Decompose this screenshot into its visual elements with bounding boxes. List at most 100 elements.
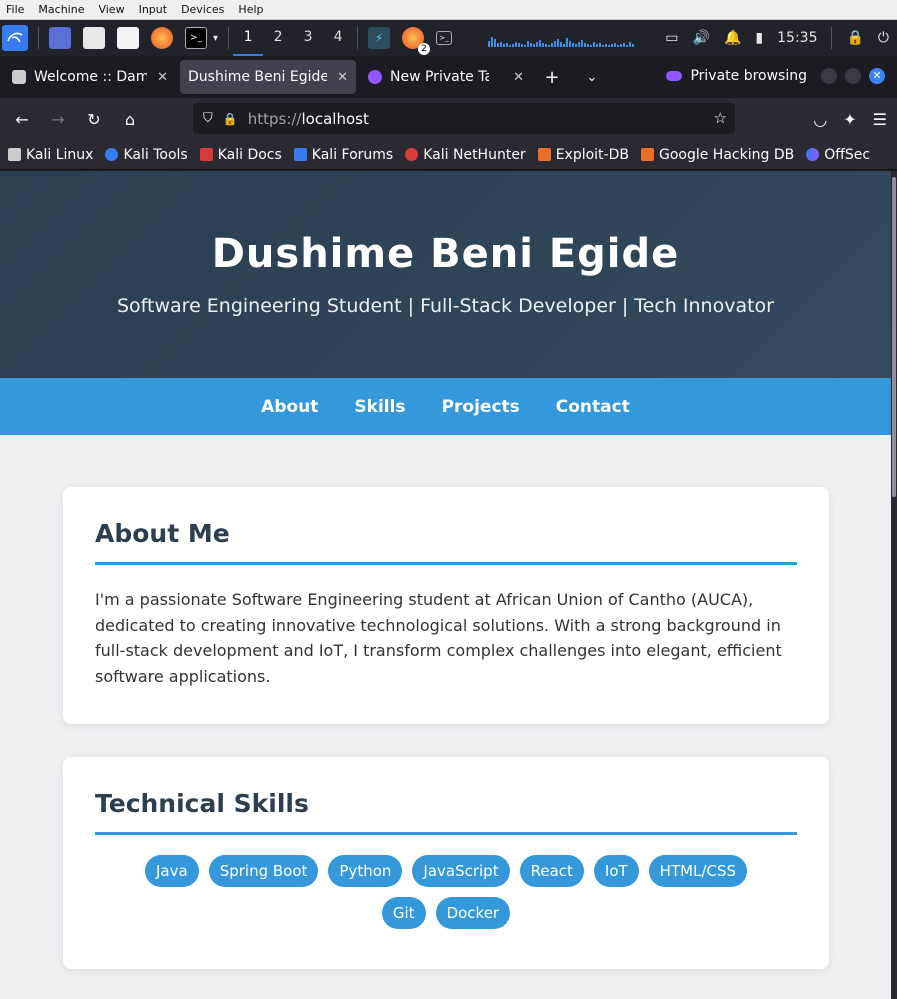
close-icon[interactable]: ✕ <box>337 70 348 85</box>
minimize-button[interactable] <box>821 68 837 84</box>
skills-heading: Technical Skills <box>95 789 797 835</box>
navigation-toolbar: ← → ↻ ⌂ ⛉ 🔒 https:// localhost ☆ ◡ ✦ ☰ <box>0 98 897 140</box>
screen-icon[interactable]: ▭ <box>665 30 678 46</box>
panel-separator <box>831 27 833 49</box>
lock-icon[interactable]: 🔒 <box>846 30 863 46</box>
bookmark-exploit-db[interactable]: Exploit-DB <box>537 146 629 163</box>
cpu-bar <box>539 40 542 47</box>
cpu-bar <box>530 43 533 47</box>
system-tray: ▭ 🔊 🔔 ▮ 15:35 🔒 ⏻ <box>665 20 897 56</box>
vm-menu-file[interactable]: File <box>6 3 24 16</box>
cpu-bar <box>560 42 563 47</box>
vm-menu-help[interactable]: Help <box>238 3 263 16</box>
back-icon[interactable]: ← <box>4 110 40 129</box>
hamburger-menu-icon[interactable]: ☰ <box>873 110 887 129</box>
battery-icon[interactable]: ▮ <box>755 30 763 46</box>
firefox-window-icon[interactable]: 2 <box>402 27 431 55</box>
site-title: Dushime Beni Egide <box>211 231 680 277</box>
workspace-1[interactable]: 1 <box>233 20 264 56</box>
site-tagline: Software Engineering Student | Full-Stac… <box>117 295 774 317</box>
nav-link-skills[interactable]: Skills <box>354 397 405 417</box>
bookmark-kali-linux[interactable]: Kali Linux <box>8 147 93 163</box>
cpu-bar <box>506 43 509 47</box>
vm-menu-machine[interactable]: Machine <box>38 3 84 16</box>
pocket-icon[interactable]: ◡ <box>813 110 827 129</box>
file-manager-icon[interactable] <box>83 27 105 49</box>
vm-menu-view[interactable]: View <box>98 3 124 16</box>
bookmark-kali-tools[interactable]: Kali Tools <box>105 147 188 163</box>
terminal-icon[interactable]: >_ <box>185 27 207 49</box>
page-scrollbar[interactable] <box>891 171 897 999</box>
nav-link-about[interactable]: About <box>261 397 318 417</box>
bookmark-google-hacking-db[interactable]: Google Hacking DB <box>640 147 794 163</box>
reload-icon[interactable]: ↻ <box>76 110 112 129</box>
text-editor-icon[interactable] <box>117 27 139 49</box>
vm-menu-bar: File Machine View Input Devices Help <box>0 0 897 20</box>
tab-portfolio[interactable]: Dushime Beni Egide - ✕ <box>180 60 356 94</box>
close-window-button[interactable]: ✕ <box>869 68 885 84</box>
list-tabs-button[interactable]: ⌄ <box>572 70 612 85</box>
new-tab-button[interactable]: + <box>532 67 572 88</box>
bookmark-label: Exploit-DB <box>555 146 629 163</box>
kali-dragon-icon <box>8 148 21 161</box>
bookmark-offsec[interactable]: OffSec <box>806 147 870 163</box>
window-count-badge: 2 <box>418 43 431 55</box>
bell-icon[interactable]: 🔔 <box>724 30 741 46</box>
close-icon[interactable]: ✕ <box>513 70 524 85</box>
terminal-window-icon[interactable]: >_ <box>436 31 453 45</box>
url-bar[interactable]: ⛉ 🔒 https:// localhost ☆ <box>193 103 735 134</box>
workspace-3[interactable]: 3 <box>293 20 323 56</box>
cpu-bar <box>620 44 623 47</box>
tab-private[interactable]: New Private Tab ✕ <box>360 60 532 94</box>
cpu-bar <box>608 45 611 47</box>
cpu-bar <box>632 44 635 47</box>
scrollbar-thumb[interactable] <box>892 177 896 497</box>
nav-link-contact[interactable]: Contact <box>556 397 630 417</box>
bookmark-kali-nethunter[interactable]: Kali NetHunter <box>405 147 526 163</box>
workspace-4[interactable]: 4 <box>323 20 353 56</box>
chevron-down-icon[interactable]: ▾ <box>213 33 218 44</box>
tab-dvwa[interactable]: Welcome :: Damn V ✕ <box>4 60 176 94</box>
cpu-bar <box>590 45 593 47</box>
shield-icon[interactable]: ⛉ <box>203 111 213 126</box>
workspace-switcher-icon[interactable] <box>49 27 71 49</box>
skill-tag: Python <box>328 855 403 887</box>
cpu-bar <box>554 41 557 47</box>
about-text: I'm a passionate Software Engineering st… <box>95 590 782 686</box>
home-icon[interactable]: ⌂ <box>112 110 148 129</box>
lock-icon[interactable]: 🔒 <box>223 112 238 126</box>
dvwa-favicon-icon <box>12 70 26 84</box>
cpu-bar <box>623 43 626 47</box>
clock[interactable]: 15:35 <box>777 30 817 46</box>
cpu-bar <box>602 45 605 47</box>
private-mask-icon <box>666 71 683 81</box>
cpu-bar <box>575 44 578 47</box>
private-mask-icon <box>368 70 382 84</box>
app-window-icon[interactable]: ⚡ <box>368 27 391 49</box>
skill-tag: Git <box>381 897 426 929</box>
cpu-bar <box>599 43 602 47</box>
cpu-bar <box>521 44 524 47</box>
bookmark-kali-docs[interactable]: Kali Docs <box>199 147 282 163</box>
tab-title: Welcome :: Damn V <box>34 69 148 85</box>
bookmark-star-icon[interactable]: ☆ <box>714 109 727 127</box>
nav-link-projects[interactable]: Projects <box>442 397 520 417</box>
close-icon[interactable]: ✕ <box>157 70 168 85</box>
kali-tools-icon <box>105 148 119 161</box>
skill-tag: Java <box>145 855 199 887</box>
vm-menu-devices[interactable]: Devices <box>181 3 224 16</box>
forward-icon[interactable]: → <box>40 110 76 129</box>
firefox-icon[interactable] <box>151 27 173 49</box>
kali-menu-icon[interactable] <box>2 25 28 51</box>
workspace-2[interactable]: 2 <box>263 20 293 56</box>
power-icon[interactable]: ⏻ <box>878 30 889 46</box>
volume-icon[interactable]: 🔊 <box>693 30 710 46</box>
skill-tag: HTML/CSS <box>648 855 747 887</box>
bookmark-kali-forums[interactable]: Kali Forums <box>293 147 393 163</box>
maximize-button[interactable] <box>845 68 861 84</box>
extensions-icon[interactable]: ✦ <box>843 110 856 129</box>
url-scheme: https:// <box>247 109 302 128</box>
cpu-bar <box>611 44 614 47</box>
vm-menu-input[interactable]: Input <box>139 3 167 16</box>
page-viewport[interactable]: Dushime Beni Egide Software Engineering … <box>0 171 891 999</box>
